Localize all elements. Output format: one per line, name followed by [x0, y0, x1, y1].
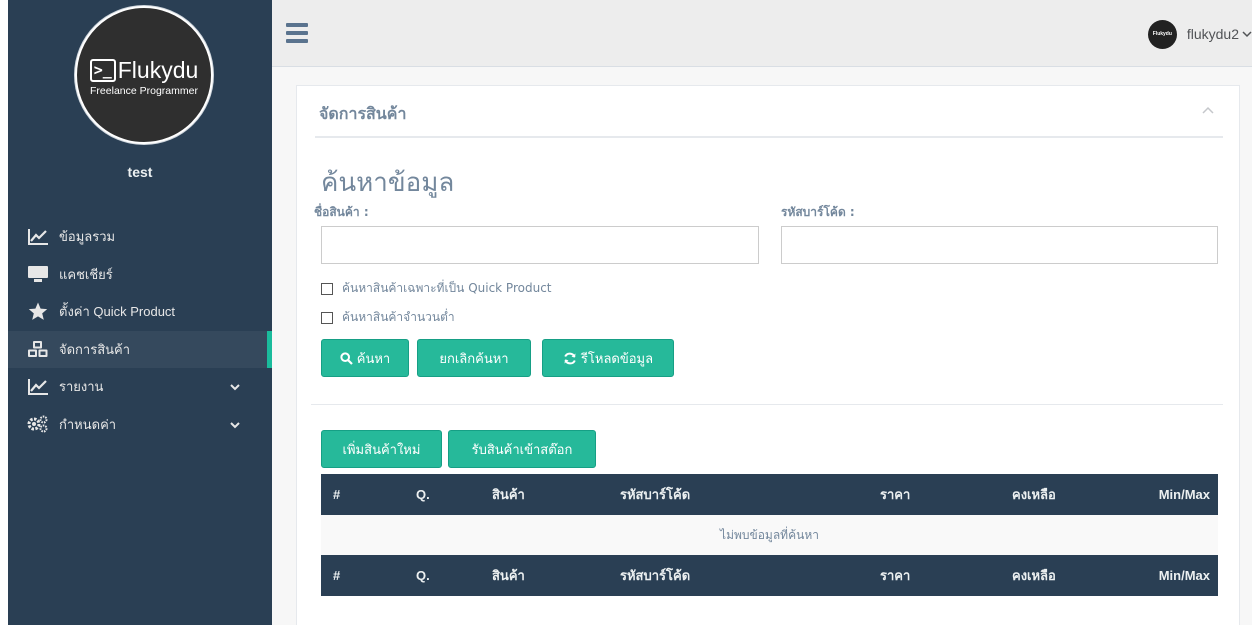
empty-message: ไม่พบข้อมูลที่ค้นหา — [321, 515, 1218, 555]
panel-title: จัดการสินค้า — [319, 104, 407, 123]
column-header-product[interactable]: สินค้า — [480, 474, 608, 515]
sidebar-item-dashboard[interactable]: ข้อมูลรวม — [8, 218, 272, 256]
sidebar-menu: ข้อมูลรวม แคชเชียร์ ตั้งค่า Quick Produc… — [8, 218, 272, 443]
search-icon — [340, 351, 353, 365]
cancel-button-label: ยกเลิกค้นหา — [439, 351, 509, 367]
add-product-label: เพิ่มสินค้าใหม่ — [342, 442, 421, 458]
table-footer-row: # Q. สินค้า รหัสบาร์โค้ด ราคา คงเหลือ Mi… — [321, 555, 1218, 596]
product-name-input[interactable] — [321, 226, 759, 264]
user-name: flukydu2 — [1186, 26, 1239, 42]
column-header-minmax[interactable]: Min/Max — [1132, 474, 1218, 515]
quick-product-checkbox[interactable]: ค้นหาสินค้าเฉพาะที่เป็น Quick Product — [321, 279, 552, 298]
reload-button[interactable]: รีโหลดข้อมูล — [542, 339, 674, 377]
product-management-panel: จัดการสินค้า ค้นหาข้อมูล ชื่อสินค้า : รห… — [296, 85, 1240, 625]
barcode-input[interactable] — [781, 226, 1218, 264]
star-icon — [26, 302, 50, 322]
divider — [311, 404, 1223, 405]
column-footer-remaining: คงเหลือ — [1000, 555, 1132, 596]
monitor-icon — [26, 264, 50, 284]
column-header-index[interactable]: # — [321, 474, 404, 515]
sidebar-item-label: จัดการสินค้า — [59, 341, 131, 357]
column-footer-index: # — [321, 555, 404, 596]
checkbox[interactable] — [321, 311, 333, 324]
column-footer-price: ราคา — [868, 555, 1000, 596]
reload-button-label: รีโหลดข้อมูล — [580, 351, 654, 367]
sidebar-item-label: ตั้งค่า Quick Product — [59, 304, 176, 320]
products-table: # Q. สินค้า รหัสบาร์โค้ด ราคา คงเหลือ Mi… — [321, 474, 1218, 596]
top-navbar: Flukydu flukydu2 — [272, 0, 1252, 67]
chevron-down-icon — [230, 417, 240, 432]
column-header-remaining[interactable]: คงเหลือ — [1000, 474, 1132, 515]
refresh-icon — [564, 352, 576, 364]
checkbox[interactable] — [321, 282, 333, 295]
checkbox-label: ค้นหาสินค้าจำนวนต่ำ — [342, 310, 455, 324]
barcode-label: รหัสบาร์โค้ด : — [781, 205, 855, 219]
brand-logo[interactable]: >_ Flukydu Freelance Programmer — [75, 6, 213, 144]
product-name-label: ชื่อสินค้า : — [314, 205, 369, 219]
sidebar-item-products[interactable]: จัดการสินค้า — [8, 330, 272, 368]
divider — [315, 136, 1223, 138]
terminal-prompt-icon: >_ — [89, 58, 116, 82]
profile-name: test — [127, 164, 153, 180]
cancel-search-button[interactable]: ยกเลิกค้นหา — [417, 339, 531, 377]
column-header-price[interactable]: ราคา — [868, 474, 1000, 515]
menu-toggle-icon[interactable] — [286, 23, 308, 43]
logo-tagline: Freelance Programmer — [90, 85, 198, 97]
search-button[interactable]: ค้นหา — [321, 339, 409, 377]
sidebar-item-quick-product[interactable]: ตั้งค่า Quick Product — [8, 293, 272, 331]
add-product-button[interactable]: เพิ่มสินค้าใหม่ — [321, 430, 442, 468]
sidebar-item-cashier[interactable]: แคชเชียร์ — [8, 256, 272, 294]
search-button-label: ค้นหา — [356, 351, 391, 367]
low-stock-checkbox[interactable]: ค้นหาสินค้าจำนวนต่ำ — [321, 308, 455, 327]
line-chart-icon — [26, 227, 50, 247]
sidebar-item-label: แคชเชียร์ — [59, 266, 113, 282]
chevron-down-icon — [230, 379, 240, 394]
chevron-down-icon — [1242, 27, 1252, 42]
sidebar-item-settings[interactable]: กำหนดค่า — [8, 406, 272, 444]
column-footer-minmax: Min/Max — [1132, 555, 1218, 596]
sidebar-item-label: ข้อมูลรวม — [59, 229, 116, 245]
chevron-up-icon[interactable] — [1201, 104, 1215, 119]
column-header-quick[interactable]: Q. — [404, 474, 480, 515]
column-header-barcode[interactable]: รหัสบาร์โค้ด — [608, 474, 868, 515]
sidebar: >_ Flukydu Freelance Programmer test ข้อ… — [8, 0, 272, 625]
sidebar-item-label: รายงาน — [59, 379, 104, 395]
sidebar-item-label: กำหนดค่า — [59, 416, 117, 432]
gears-icon — [26, 414, 50, 434]
user-menu[interactable]: Flukydu flukydu2 — [1147, 18, 1252, 50]
receive-stock-button[interactable]: รับสินค้าเข้าสต๊อก — [448, 430, 596, 468]
column-footer-barcode: รหัสบาร์โค้ด — [608, 555, 868, 596]
receive-stock-label: รับสินค้าเข้าสต๊อก — [471, 442, 573, 458]
column-footer-product: สินค้า — [480, 555, 608, 596]
sidebar-item-reports[interactable]: รายงาน — [8, 368, 272, 406]
search-heading: ค้นหาข้อมูล — [321, 168, 455, 198]
line-chart-icon — [26, 377, 50, 397]
avatar: Flukydu — [1147, 19, 1177, 49]
checkbox-label: ค้นหาสินค้าเฉพาะที่เป็น Quick Product — [342, 281, 552, 295]
column-footer-quick: Q. — [404, 555, 480, 596]
logo-wordmark: >_ Flukydu — [89, 57, 199, 83]
table-row: ไม่พบข้อมูลที่ค้นหา — [321, 515, 1218, 555]
logo-name: Flukydu — [117, 57, 199, 83]
table-header-row: # Q. สินค้า รหัสบาร์โค้ด ราคา คงเหลือ Mi… — [321, 474, 1218, 515]
cubes-icon — [26, 339, 50, 359]
window-left-edge — [0, 0, 8, 625]
